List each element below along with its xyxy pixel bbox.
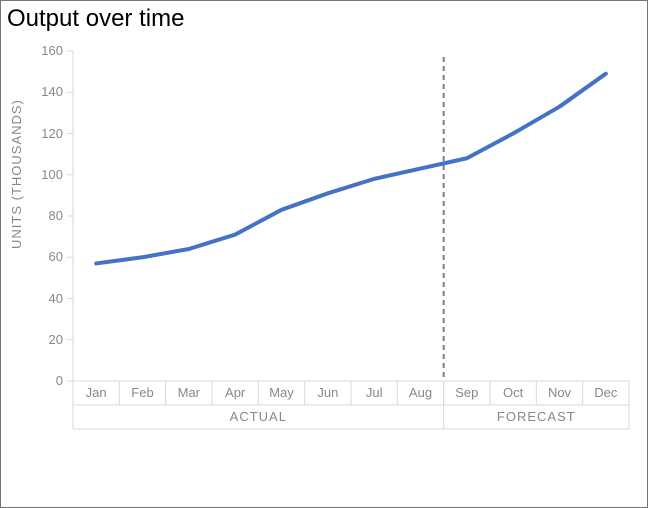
x-group-label: ACTUAL <box>73 409 444 424</box>
y-tick-label: 120 <box>27 126 63 141</box>
y-tick-label: 160 <box>27 43 63 58</box>
x-tick-label: Aug <box>401 385 441 400</box>
x-tick-label: Jul <box>354 385 394 400</box>
y-tick-label: 60 <box>27 249 63 264</box>
y-tick-label: 80 <box>27 208 63 223</box>
x-tick-label: Jan <box>76 385 116 400</box>
y-tick-label: 100 <box>27 167 63 182</box>
chart-title: Output over time <box>7 5 184 33</box>
y-axis-label: UNITS (THOUSANDS) <box>9 99 24 249</box>
x-tick-label: Jun <box>308 385 348 400</box>
x-tick-label: Oct <box>493 385 533 400</box>
x-tick-label: May <box>262 385 302 400</box>
x-tick-label: Dec <box>586 385 626 400</box>
x-tick-label: Nov <box>540 385 580 400</box>
y-tick-label: 20 <box>27 332 63 347</box>
y-tick-label: 140 <box>27 84 63 99</box>
x-tick-label: Feb <box>123 385 163 400</box>
x-group-label: FORECAST <box>444 409 629 424</box>
chart-svg <box>73 51 629 429</box>
x-tick-label: Apr <box>215 385 255 400</box>
x-tick-label: Mar <box>169 385 209 400</box>
y-tick-label: 0 <box>27 373 63 388</box>
chart-frame: Output over time UNITS (THOUSANDS) 0 20 40… <box>0 0 648 508</box>
y-tick-label: 40 <box>27 291 63 306</box>
x-tick-label: Sep <box>447 385 487 400</box>
plot-area: 020406080100120140160JanFebMarAprMayJunJ… <box>73 51 629 429</box>
